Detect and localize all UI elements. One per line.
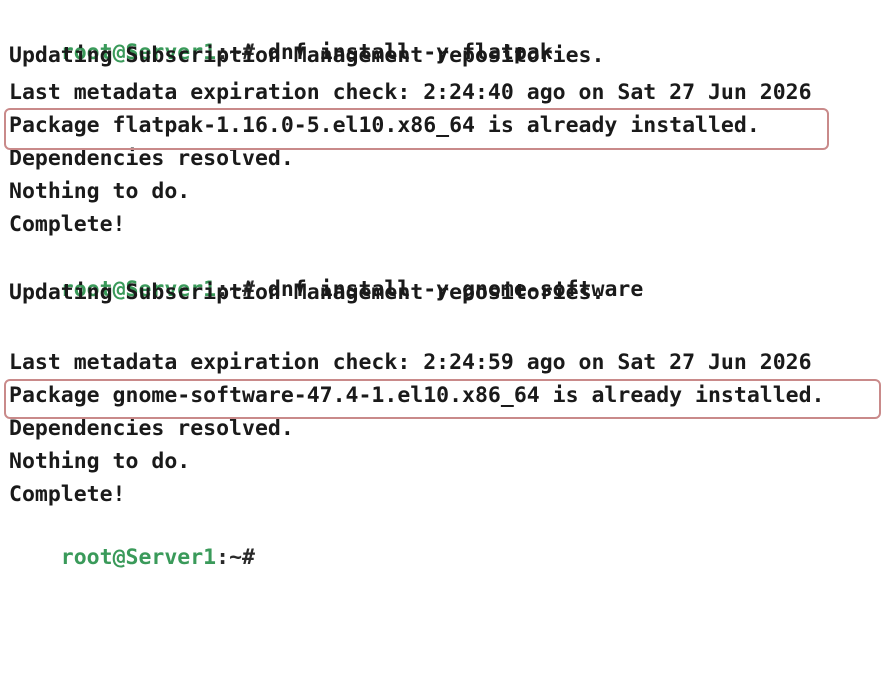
terminal-output-line: Updating Subscription Management reposit… — [9, 280, 605, 305]
terminal-output-line: Nothing to do. — [9, 179, 191, 204]
terminal-output-line: Complete! — [9, 482, 126, 507]
prompt-user: root — [60, 545, 113, 570]
terminal-prompt-line: root@Server1:~# — [9, 513, 255, 570]
terminal-prompt-line: root@Server1:~# dnf install -y gnome-sof… — [9, 245, 644, 302]
prompt-at: @ — [112, 545, 126, 570]
terminal-output-line: Complete! — [9, 212, 126, 237]
highlight-box-flatpak — [4, 108, 829, 150]
highlight-box-gnome-software — [4, 379, 881, 419]
terminal-window[interactable]: root@Server1:~# dnf install -y flatpak U… — [0, 0, 883, 570]
terminal-output-line: Last metadata expiration check: 2:24:40 … — [9, 80, 812, 105]
terminal-output-line: Nothing to do. — [9, 449, 191, 474]
terminal-output-line: Updating Subscription Management reposit… — [9, 43, 605, 68]
prompt-path: :~# — [216, 545, 255, 570]
terminal-prompt-line: root@Server1:~# dnf install -y flatpak — [9, 8, 553, 65]
prompt-host: Server1 — [125, 545, 217, 570]
terminal-output-line: Last metadata expiration check: 2:24:59 … — [9, 350, 812, 375]
